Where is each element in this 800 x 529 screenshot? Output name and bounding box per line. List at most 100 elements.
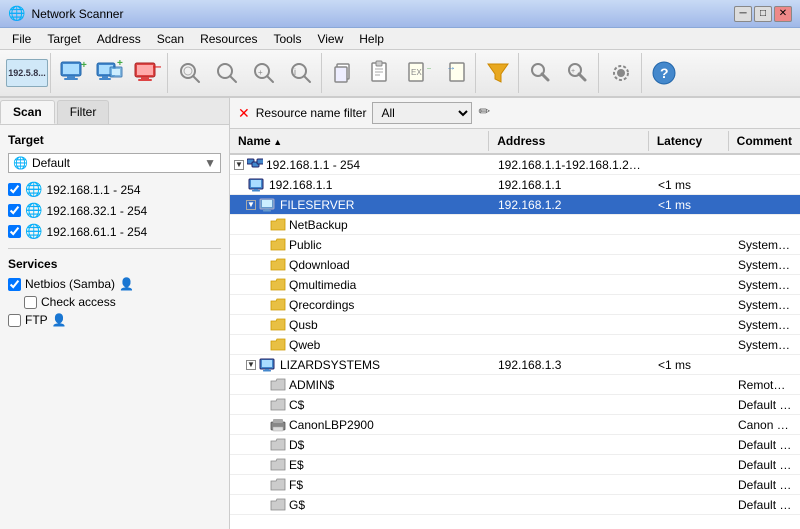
th-address[interactable]: Address bbox=[489, 131, 649, 151]
row-latency bbox=[650, 263, 730, 267]
help-btn[interactable]: ? bbox=[646, 55, 682, 91]
row-name: G$ bbox=[289, 498, 305, 512]
row-name: ADMIN$ bbox=[289, 378, 334, 392]
menu-resources[interactable]: Resources bbox=[192, 30, 265, 48]
row-latency: <1 ms bbox=[650, 176, 730, 194]
table-row[interactable]: CanonLBP2900 Canon LBP2900 bbox=[230, 415, 800, 435]
th-comment[interactable]: Comment bbox=[729, 131, 800, 151]
computer-icon bbox=[259, 198, 277, 212]
row-address: 192.168.1.2 bbox=[490, 196, 650, 214]
row-latency bbox=[650, 163, 730, 167]
main-content: Scan Filter Target 🌐 Default ▼ 🌐 192.168… bbox=[0, 98, 800, 529]
table-row[interactable]: ADMIN$ Remote Admin bbox=[230, 375, 800, 395]
tab-scan[interactable]: Scan bbox=[0, 100, 55, 124]
tab-filter[interactable]: Filter bbox=[57, 100, 110, 124]
scan-item-1-label: 192.168.32.1 - 254 bbox=[46, 204, 147, 218]
paste-btn[interactable] bbox=[363, 55, 399, 91]
maximize-btn[interactable]: □ bbox=[754, 6, 772, 22]
key-btn1[interactable] bbox=[523, 55, 559, 91]
scan-item-0-checkbox[interactable] bbox=[8, 183, 21, 196]
ftp-label: FTP bbox=[25, 313, 48, 327]
add-computer-btn[interactable]: + bbox=[55, 55, 91, 91]
ftp-checkbox[interactable] bbox=[8, 314, 21, 327]
menu-view[interactable]: View bbox=[309, 30, 351, 48]
menu-help[interactable]: Help bbox=[351, 30, 392, 48]
table-row[interactable]: Qdownload System default share bbox=[230, 255, 800, 275]
close-btn[interactable]: ✕ bbox=[774, 6, 792, 22]
row-name: F$ bbox=[289, 478, 303, 492]
netbios-icon: 👤 bbox=[119, 277, 134, 291]
table-row[interactable]: ▼ 192.168.1.1 - 254 192.168.1.1-192.168.… bbox=[230, 155, 800, 175]
row-latency bbox=[650, 403, 730, 407]
row-address bbox=[490, 263, 650, 267]
table-row[interactable]: Qweb System default share bbox=[230, 335, 800, 355]
scan-item-2: 🌐 192.168.61.1 - 254 bbox=[8, 223, 221, 240]
services-label: Services bbox=[8, 257, 221, 271]
copy-btn[interactable] bbox=[326, 55, 362, 91]
menu-target[interactable]: Target bbox=[39, 30, 88, 48]
minimize-btn[interactable]: ─ bbox=[734, 6, 752, 22]
toolbar-group-computers: + + — bbox=[53, 53, 168, 93]
table-row[interactable]: Public System default share bbox=[230, 235, 800, 255]
netbios-label: Netbios (Samba) bbox=[25, 277, 115, 291]
expand-icon[interactable]: ▼ bbox=[246, 360, 256, 370]
settings-btn[interactable] bbox=[603, 55, 639, 91]
expand-icon[interactable]: ▼ bbox=[234, 160, 244, 170]
scan-btn4[interactable]: i bbox=[283, 55, 319, 91]
filter-bar: ✕ Resource name filter All ✏ bbox=[230, 98, 800, 129]
scan-item-2-checkbox[interactable] bbox=[8, 225, 21, 238]
table-row[interactable]: Qrecordings System default share bbox=[230, 295, 800, 315]
row-comment: Remote Admin bbox=[730, 376, 800, 394]
network-icon: 🌐 bbox=[13, 156, 28, 170]
table-row[interactable]: C$ Default share bbox=[230, 395, 800, 415]
row-latency bbox=[650, 283, 730, 287]
row-address bbox=[490, 283, 650, 287]
row-comment bbox=[730, 223, 800, 227]
row-address bbox=[490, 423, 650, 427]
import-btn[interactable]: → bbox=[437, 55, 473, 91]
menu-scan[interactable]: Scan bbox=[149, 30, 192, 48]
scan-btn3[interactable]: + bbox=[246, 55, 282, 91]
export-btn[interactable]: EX → bbox=[400, 55, 436, 91]
scan-item-1-checkbox[interactable] bbox=[8, 204, 21, 217]
menu-address[interactable]: Address bbox=[89, 30, 149, 48]
app-icon: 🌐 bbox=[8, 5, 25, 22]
add-network-btn[interactable]: + bbox=[92, 55, 128, 91]
table-row-lizard[interactable]: ▼ LIZARDSYSTEMS 192.168.1.3 <1 ms bbox=[230, 355, 800, 375]
scan-btn2[interactable] bbox=[209, 55, 245, 91]
th-name[interactable]: Name bbox=[230, 131, 489, 151]
filter-select[interactable]: All bbox=[372, 102, 472, 124]
computer-icon bbox=[248, 178, 266, 192]
menu-tools[interactable]: Tools bbox=[265, 30, 309, 48]
table-row-fileserver[interactable]: ▼ FILESERVER 192.168.1.2 <1 ms bbox=[230, 195, 800, 215]
filter-btn[interactable] bbox=[480, 55, 516, 91]
scan-btn1[interactable] bbox=[172, 55, 208, 91]
table-row[interactable]: 192.168.1.1 192.168.1.1 <1 ms bbox=[230, 175, 800, 195]
checkaccess-checkbox[interactable] bbox=[24, 296, 37, 309]
table-row[interactable]: G$ Default share bbox=[230, 495, 800, 515]
table-row[interactable]: E$ Default share bbox=[230, 455, 800, 475]
row-comment: Canon LBP2900 bbox=[730, 416, 800, 434]
filter-edit-btn[interactable]: ✏ bbox=[478, 103, 498, 123]
app-title: Network Scanner bbox=[31, 7, 734, 21]
row-address bbox=[490, 403, 650, 407]
left-panel: Scan Filter Target 🌐 Default ▼ 🌐 192.168… bbox=[0, 98, 230, 529]
remove-btn[interactable]: — bbox=[129, 55, 165, 91]
th-latency[interactable]: Latency bbox=[649, 131, 729, 151]
table-row[interactable]: D$ Default share bbox=[230, 435, 800, 455]
filter-clear-btn[interactable]: ✕ bbox=[238, 105, 250, 122]
table-row[interactable]: Qusb System default share bbox=[230, 315, 800, 335]
svg-text:→: → bbox=[446, 62, 456, 73]
table-row[interactable]: F$ Default share bbox=[230, 475, 800, 495]
dropdown-arrow-icon[interactable]: ▼ bbox=[204, 156, 216, 170]
svg-text:+: + bbox=[117, 60, 123, 69]
key-btn2[interactable]: + bbox=[560, 55, 596, 91]
folder-share-icon bbox=[270, 438, 286, 451]
table-row[interactable]: Qmultimedia System default share bbox=[230, 275, 800, 295]
menu-file[interactable]: File bbox=[4, 30, 39, 48]
netbios-checkbox[interactable] bbox=[8, 278, 21, 291]
row-comment: System default share bbox=[730, 256, 800, 274]
expand-icon[interactable]: ▼ bbox=[246, 200, 256, 210]
service-checkaccess: Check access bbox=[8, 295, 221, 309]
table-row[interactable]: NetBackup bbox=[230, 215, 800, 235]
